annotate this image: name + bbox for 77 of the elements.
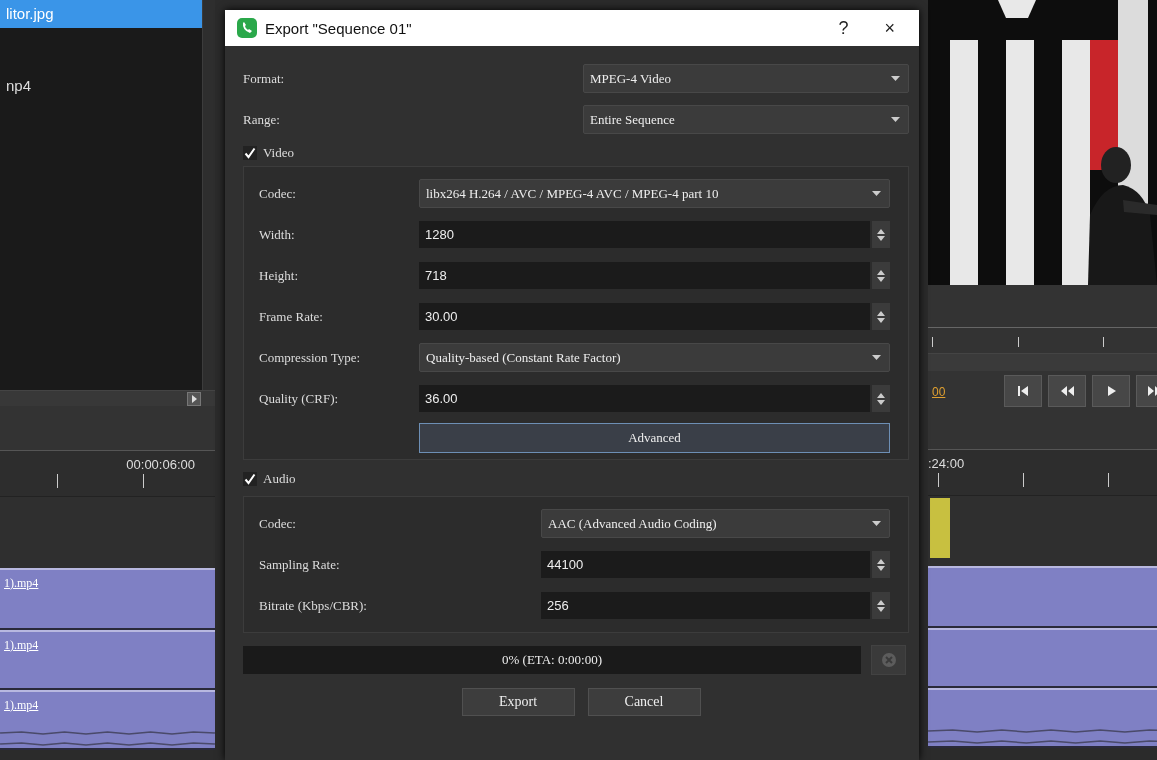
close-button[interactable]: × xyxy=(870,17,909,39)
field-label: Compression Type: xyxy=(259,349,362,366)
check-icon xyxy=(244,147,256,159)
scroll-right-icon[interactable] xyxy=(187,391,201,406)
field-label: Range: xyxy=(243,111,281,128)
field-label: Bitrate (Kbps/CBR): xyxy=(259,597,368,614)
advanced-button[interactable]: Advanced xyxy=(419,423,890,453)
dialog-button[interactable]: Cancel xyxy=(587,688,701,716)
field-label: Quality (CRF): xyxy=(259,390,340,407)
spin-buttons[interactable] xyxy=(872,262,890,289)
up-down-icon xyxy=(877,227,885,242)
checkbox[interactable] xyxy=(243,472,257,486)
waveform-icon xyxy=(928,726,1157,746)
audio-clip[interactable] xyxy=(928,688,1157,748)
clip-name: 1).mp4 xyxy=(3,575,39,591)
caret-icon xyxy=(872,355,881,360)
help-button[interactable]: ? xyxy=(824,17,863,39)
dialog-title: Export "Sequence 01" xyxy=(265,19,413,37)
video-clip[interactable] xyxy=(928,628,1157,688)
dropdown[interactable]: MPEG-4 Video xyxy=(583,64,909,93)
dropdown[interactable]: AAC (Advanced Audio Coding) xyxy=(541,509,890,538)
up-down-icon xyxy=(877,268,885,283)
number-field[interactable]: 44100 xyxy=(541,551,870,578)
progress-text: 0% (ETA: 0:00:00) xyxy=(501,652,603,668)
field-label: Height: xyxy=(259,267,299,284)
up-down-icon xyxy=(877,557,885,572)
up-down-icon xyxy=(877,598,885,613)
dropdown[interactable]: libx264 H.264 / AVC / MPEG-4 AVC / MPEG-4 part 10 xyxy=(419,179,890,208)
project-item[interactable]: np4 xyxy=(0,72,202,100)
video-clip[interactable] xyxy=(928,566,1157,628)
checkbox-label: Video xyxy=(263,145,294,161)
spin-buttons[interactable] xyxy=(872,221,890,248)
audio-clip[interactable]: 1).mp4 xyxy=(0,690,215,750)
go-to-start-icon xyxy=(1015,383,1031,399)
clip-name: 1).mp4 xyxy=(3,637,39,653)
caret-icon xyxy=(891,117,900,122)
horizontal-scrollbar[interactable] xyxy=(0,390,215,406)
number-field[interactable]: 36.00 xyxy=(419,385,870,412)
caret-icon xyxy=(891,76,900,81)
spin-buttons[interactable] xyxy=(872,303,890,330)
checkbox[interactable] xyxy=(243,146,257,160)
clip[interactable] xyxy=(930,498,950,558)
timecode: 00 xyxy=(932,385,947,399)
spin-buttons[interactable] xyxy=(872,551,890,578)
dropdown[interactable]: Entire Sequence xyxy=(583,105,909,134)
number-field[interactable]: 256 xyxy=(541,592,870,619)
number-field[interactable]: 30.00 xyxy=(419,303,870,330)
clip-name: 1).mp4 xyxy=(3,697,39,713)
timecode: :24:00 xyxy=(928,456,965,471)
number-field[interactable]: 718 xyxy=(419,262,870,289)
field-label: Codec: xyxy=(259,515,297,532)
play-button[interactable] xyxy=(1092,375,1130,407)
checkbox-label: Audio xyxy=(263,471,296,487)
number-field[interactable]: 1280 xyxy=(419,221,870,248)
caret-icon xyxy=(872,191,881,196)
spin-buttons[interactable] xyxy=(872,385,890,412)
app-icon xyxy=(237,18,257,38)
dialog-button[interactable]: Export xyxy=(461,688,575,716)
timecode: 00:00:06:00 xyxy=(126,457,195,474)
field-label: Width: xyxy=(259,226,296,243)
up-down-icon xyxy=(877,309,885,324)
up-down-icon xyxy=(877,391,885,406)
rewind-icon xyxy=(1059,383,1075,399)
caret-icon xyxy=(872,521,881,526)
field-label: Codec: xyxy=(259,185,297,202)
dropdown[interactable]: Quality-based (Constant Rate Factor) xyxy=(419,343,890,372)
spin-buttons[interactable] xyxy=(872,592,890,619)
video-clip[interactable]: 1).mp4 xyxy=(0,630,215,690)
waveform-icon xyxy=(0,728,215,748)
rewind-button[interactable] xyxy=(1048,375,1086,407)
field-label: Format: xyxy=(243,70,286,87)
field-label: Sampling Rate: xyxy=(259,556,341,573)
check-icon xyxy=(244,473,256,485)
field-label: Frame Rate: xyxy=(259,308,324,325)
go-to-start-button[interactable] xyxy=(1004,375,1042,407)
video-clip[interactable]: 1).mp4 xyxy=(0,568,215,630)
close-icon xyxy=(880,652,897,668)
